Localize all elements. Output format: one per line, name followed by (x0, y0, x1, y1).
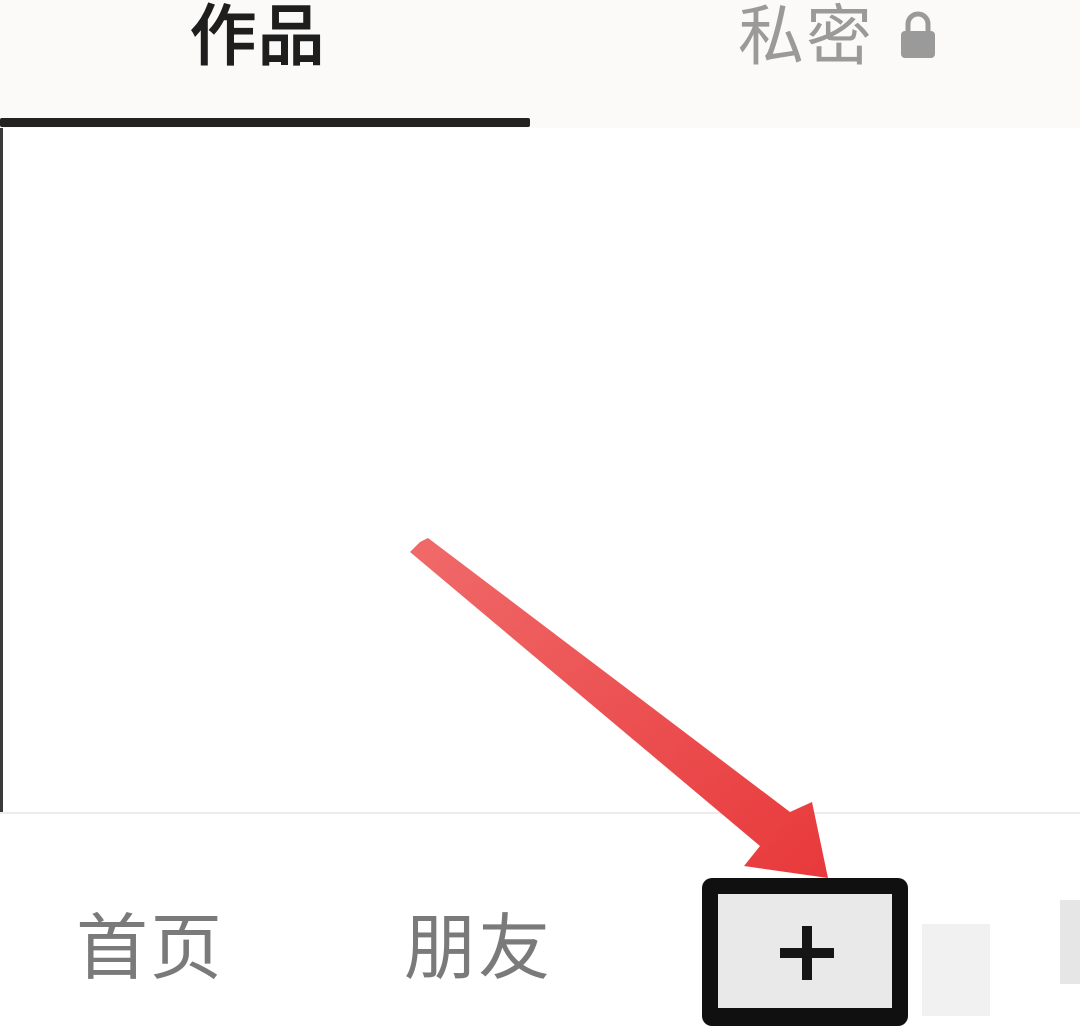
publish-button-inner (718, 894, 892, 1008)
nav-home[interactable]: 首页 (76, 912, 224, 984)
tab-private[interactable]: 私密 (530, 0, 1080, 128)
blurred-nav-item[interactable] (922, 924, 990, 1016)
tab-works-label: 作品 (190, 0, 326, 75)
publish-button[interactable] (702, 878, 908, 1026)
nav-friends[interactable]: 朋友 (404, 912, 552, 984)
works-content-area (3, 128, 1080, 814)
profile-screen: 作品 私密 首页 朋友 (0, 0, 1080, 1029)
active-tab-indicator (0, 118, 530, 127)
tab-works[interactable]: 作品 (0, 0, 530, 128)
bottom-navigation-bar: 首页 朋友 (0, 814, 1080, 1029)
lock-icon (901, 11, 935, 58)
tab-private-label: 私密 (738, 0, 874, 75)
plus-icon (780, 926, 834, 980)
profile-tabs: 作品 私密 (0, 0, 1080, 128)
blurred-nav-edge[interactable] (1060, 900, 1080, 984)
